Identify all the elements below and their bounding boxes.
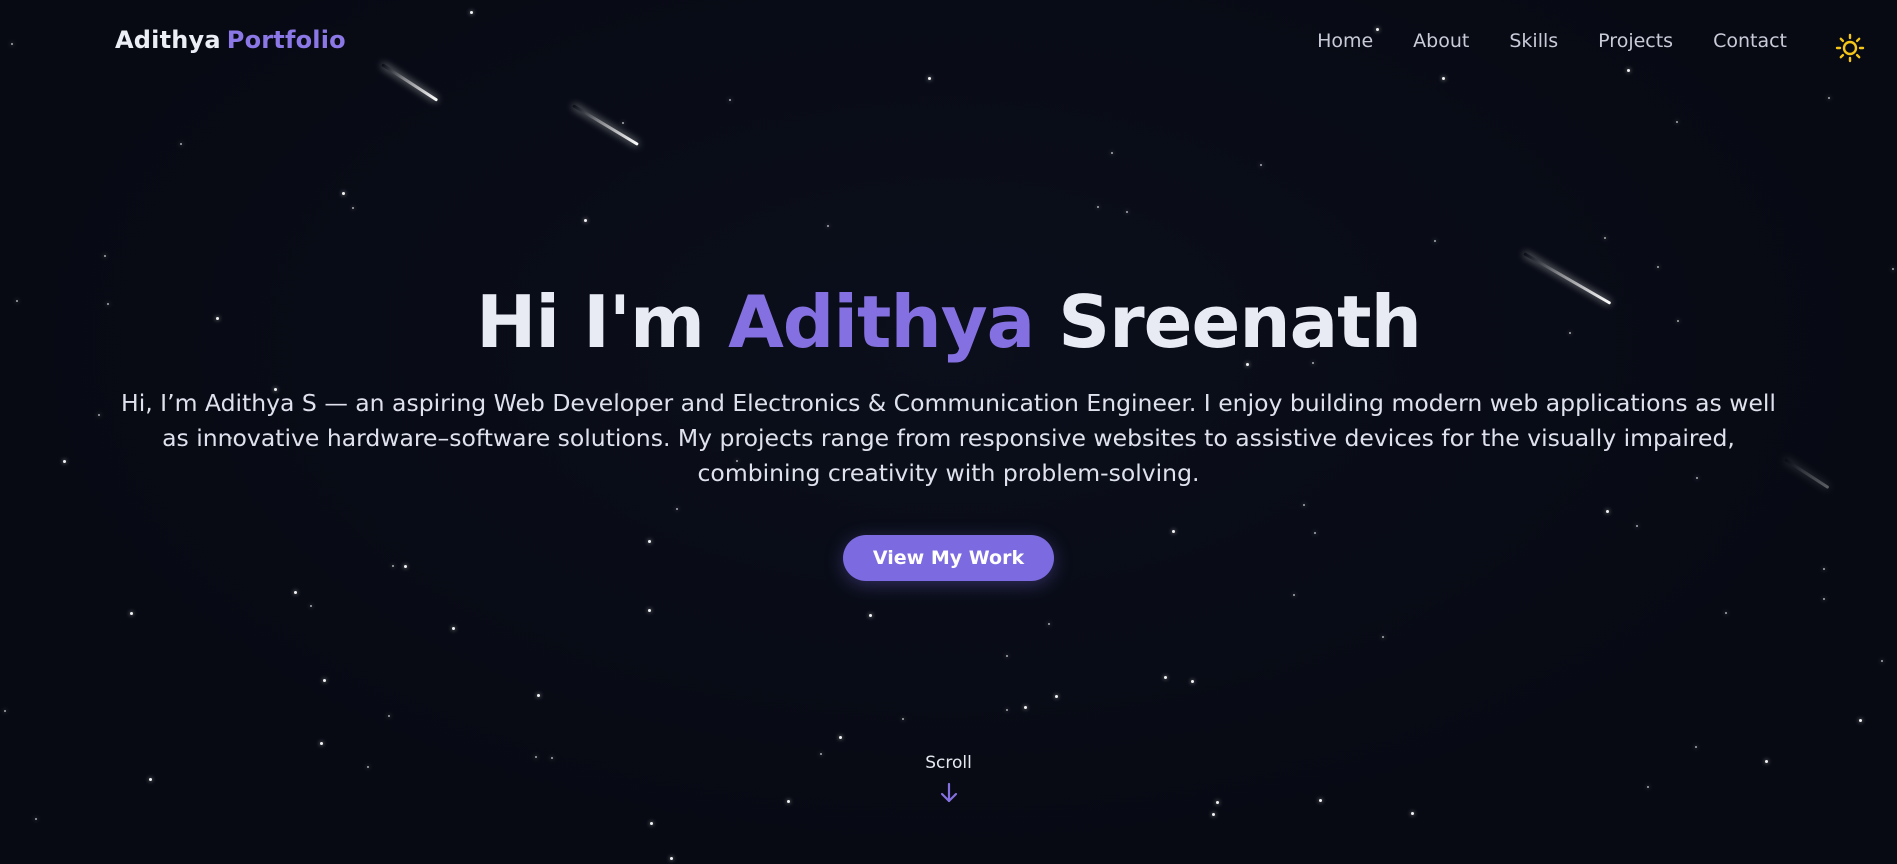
star-dot: [1434, 240, 1436, 242]
scroll-label: Scroll: [925, 753, 972, 773]
star-dot: [1676, 121, 1678, 123]
star-dot: [1024, 706, 1027, 709]
sun-icon: [1835, 33, 1865, 63]
nav-link-skills[interactable]: Skills: [1509, 30, 1558, 52]
star-dot: [537, 694, 540, 697]
star-dot: [180, 143, 182, 145]
star-dot: [1048, 623, 1050, 625]
star-dot: [323, 679, 326, 682]
star-dot: [1695, 746, 1697, 748]
star-dot: [1881, 660, 1883, 662]
nav-link-contact[interactable]: Contact: [1713, 30, 1787, 52]
star-dot: [1111, 152, 1113, 154]
hero-title-accent: Adithya: [728, 280, 1035, 364]
star-dot: [1097, 206, 1099, 208]
star-dot: [650, 822, 653, 825]
theme-toggle-button[interactable]: [1835, 33, 1865, 63]
brand-first-name: Adithya: [115, 26, 221, 54]
brand-second-name: Portfolio: [226, 26, 346, 54]
star-dot: [1657, 266, 1659, 268]
star-dot: [310, 605, 312, 607]
star-dot: [1725, 612, 1727, 614]
hero-section: Hi I'm Adithya Sreenath Hi, I’m Adithya …: [0, 280, 1897, 581]
scroll-indicator[interactable]: Scroll: [0, 753, 1897, 805]
hero-title: Hi I'm Adithya Sreenath: [0, 280, 1897, 364]
star-dot: [1411, 812, 1414, 815]
star-dot: [1164, 676, 1167, 679]
star-dot: [352, 207, 354, 209]
star-dot: [1293, 594, 1295, 596]
star-dot: [1006, 709, 1008, 711]
star-dot: [839, 736, 842, 739]
nav-links: Home About Skills Projects Contact: [1317, 30, 1787, 52]
star-dot: [1055, 695, 1058, 698]
view-my-work-button[interactable]: View My Work: [842, 535, 1055, 581]
star-dot: [130, 612, 133, 615]
star-dot: [35, 818, 37, 820]
star-dot: [104, 255, 106, 257]
hero-page: Adithya Portfolio Home About Skills Proje…: [0, 0, 1897, 864]
star-dot: [1191, 680, 1194, 683]
star-dot: [1212, 813, 1215, 816]
shooting-star: [572, 104, 639, 146]
star-dot: [1859, 719, 1862, 722]
star-dot: [584, 219, 587, 222]
nav-link-about[interactable]: About: [1413, 30, 1469, 52]
hero-title-prefix: Hi I'm: [476, 280, 705, 364]
star-dot: [670, 857, 673, 860]
star-dot: [648, 609, 651, 612]
star-dot: [1604, 237, 1606, 239]
star-dot: [622, 122, 624, 124]
star-dot: [294, 591, 297, 594]
star-dot: [388, 715, 390, 717]
star-dot: [827, 225, 829, 227]
star-dot: [342, 192, 345, 195]
star-dot: [1892, 268, 1894, 270]
star-dot: [320, 742, 323, 745]
star-dot: [452, 627, 455, 630]
star-dot: [1260, 164, 1262, 166]
star-dot: [1006, 655, 1008, 657]
hero-description: Hi, I’m Adithya S — an aspiring Web Deve…: [121, 389, 1776, 487]
hero-title-suffix: Sreenath: [1058, 280, 1422, 364]
star-dot: [869, 614, 872, 617]
star-dot: [1126, 211, 1128, 213]
star-dot: [1382, 636, 1384, 638]
arrow-down-icon: [940, 782, 957, 803]
star-dot: [4, 710, 6, 712]
nav-link-home[interactable]: Home: [1317, 30, 1373, 52]
star-dot: [1823, 598, 1825, 600]
star-dot: [729, 99, 731, 101]
star-dot: [1828, 97, 1830, 99]
top-navbar: Adithya Portfolio Home About Skills Proje…: [0, 0, 1897, 84]
nav-link-projects[interactable]: Projects: [1598, 30, 1673, 52]
star-dot: [902, 718, 904, 720]
brand-logo[interactable]: Adithya Portfolio: [115, 26, 346, 54]
